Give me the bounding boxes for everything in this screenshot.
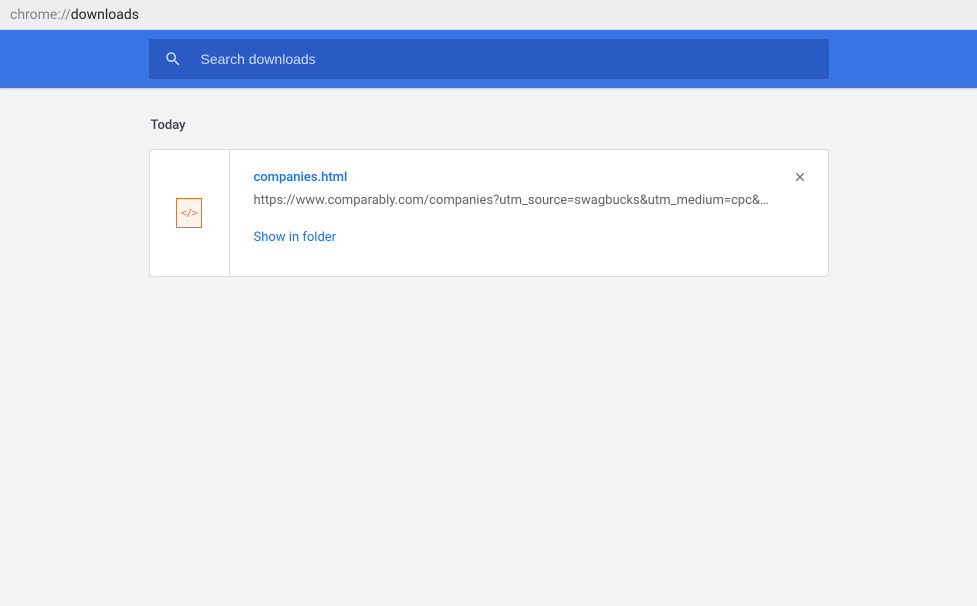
downloads-list: Today </> companies.html https://www.com… bbox=[149, 118, 829, 277]
address-bar[interactable]: chrome://downloads bbox=[0, 0, 977, 30]
search-container[interactable] bbox=[149, 39, 829, 79]
date-section-header: Today bbox=[149, 118, 829, 133]
file-source-url: https://www.comparably.com/companies?utm… bbox=[254, 193, 774, 208]
url-scheme: chrome:// bbox=[10, 7, 71, 23]
remove-download-button[interactable] bbox=[788, 166, 812, 190]
downloads-content: Today </> companies.html https://www.com… bbox=[0, 88, 977, 277]
close-icon bbox=[793, 170, 807, 187]
downloads-toolbar bbox=[0, 30, 977, 88]
search-input[interactable] bbox=[201, 51, 815, 67]
download-item: </> companies.html https://www.comparabl… bbox=[149, 149, 829, 277]
file-icon-cell: </> bbox=[150, 150, 230, 276]
file-name-link[interactable]: companies.html bbox=[254, 170, 804, 185]
url-path: downloads bbox=[71, 7, 139, 23]
html-file-icon: </> bbox=[176, 198, 202, 228]
show-in-folder-link[interactable]: Show in folder bbox=[254, 230, 337, 245]
search-icon bbox=[163, 49, 183, 69]
download-details: companies.html https://www.comparably.co… bbox=[230, 150, 828, 276]
